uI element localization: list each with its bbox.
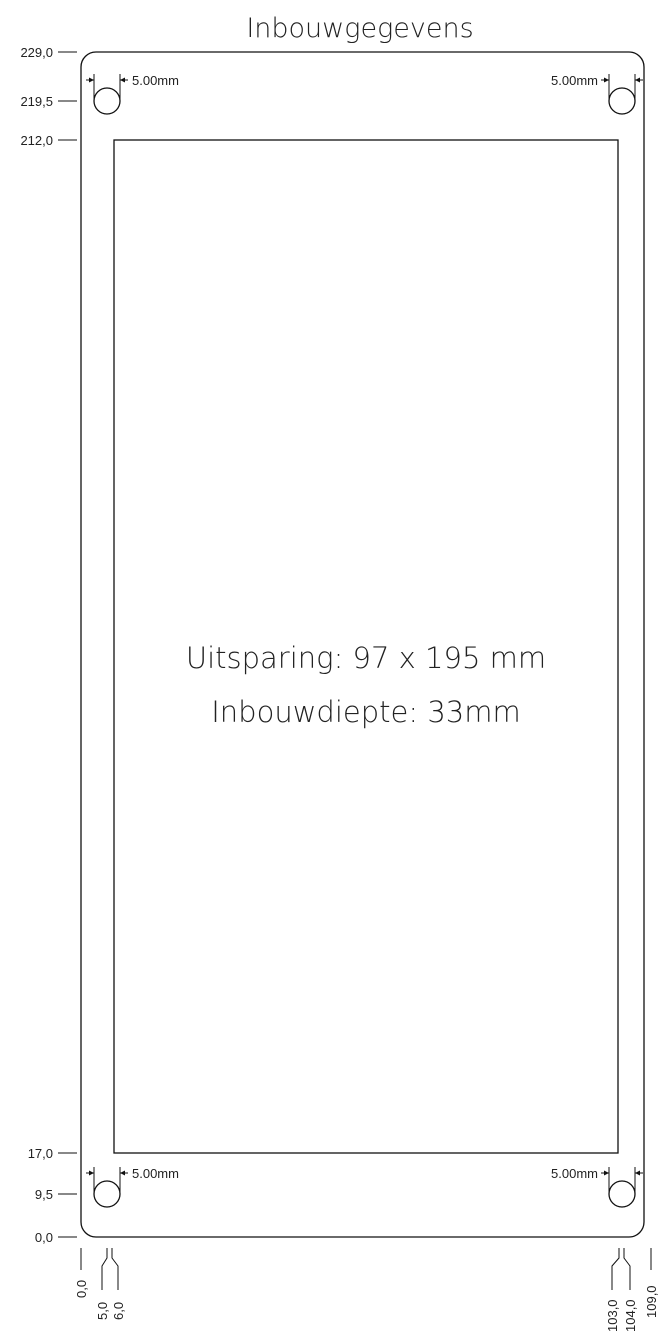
x-ordinate-5: 5,0 (95, 1248, 110, 1320)
hole-dimension-label: 5.00mm (551, 1166, 598, 1181)
y-ordinate-17: 17,0 (28, 1146, 77, 1161)
y-dimension-label: 219,5 (20, 94, 53, 109)
x-dimension-label: 0,0 (74, 1280, 89, 1298)
hole-dimension-top-right: 5.00mm (551, 73, 643, 101)
drawing-title: Inbouwgegevens (246, 13, 473, 44)
x-ordinate-109: 109,0 (644, 1248, 659, 1318)
y-ordinate-0: 0,0 (35, 1230, 77, 1245)
hole-dimension-bottom-left: 5.00mm (86, 1166, 179, 1194)
y-dimension-label: 17,0 (28, 1146, 53, 1161)
cutout-info-text: Uitsparing: 97 x 195 mm (186, 641, 546, 675)
mounting-hole-bottom-right (608, 1180, 636, 1208)
hole-dimension-bottom-right: 5.00mm (551, 1166, 643, 1194)
x-dimension-label: 6,0 (111, 1302, 126, 1320)
y-dimension-label: 0,0 (35, 1230, 53, 1245)
depth-info-text: Inbouwdiepte: 33mm (211, 695, 521, 729)
x-ordinate-103: 103,0 (605, 1248, 620, 1332)
x-ordinate-104: 104,0 (623, 1248, 638, 1332)
x-dimension-label: 109,0 (644, 1285, 659, 1318)
y-ordinate-229: 229,0 (20, 45, 77, 60)
hole-dimension-top-left: 5.00mm (86, 73, 179, 101)
x-ordinate-0: 0,0 (74, 1248, 89, 1298)
x-ordinate-6: 6,0 (111, 1248, 126, 1320)
y-dimension-label: 229,0 (20, 45, 53, 60)
y-ordinate-9-5: 9,5 (35, 1187, 77, 1202)
hole-dimension-label: 5.00mm (132, 1166, 179, 1181)
mounting-hole-top-right (608, 87, 636, 115)
installation-drawing: Inbouwgegevens 5.00mm 5.00mm 5.00mm 5.00… (20, 13, 659, 1332)
y-dimension-label: 212,0 (20, 133, 53, 148)
x-dimension-label: 5,0 (95, 1302, 110, 1320)
mounting-hole-bottom-left (93, 1180, 121, 1208)
x-dimension-label: 103,0 (605, 1299, 620, 1332)
y-ordinate-219-5: 219,5 (20, 94, 77, 109)
x-dimension-label: 104,0 (623, 1299, 638, 1332)
mounting-hole-top-left (93, 87, 121, 115)
hole-dimension-label: 5.00mm (551, 73, 598, 88)
y-dimension-label: 9,5 (35, 1187, 53, 1202)
hole-dimension-label: 5.00mm (132, 73, 179, 88)
y-ordinate-212: 212,0 (20, 133, 77, 148)
